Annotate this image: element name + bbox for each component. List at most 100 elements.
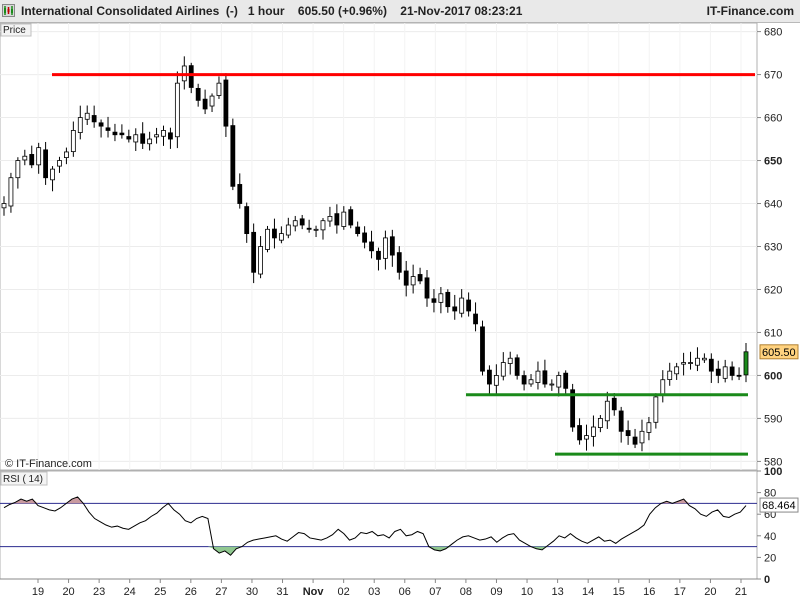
time-tick-label: 06 [399, 586, 411, 598]
price-tick-label: 650 [764, 156, 782, 168]
candle-body [258, 246, 263, 275]
candle-body [695, 357, 700, 366]
candle [348, 206, 354, 229]
candle-body [521, 375, 527, 385]
candle-body [473, 313, 478, 325]
candle-body [715, 368, 721, 376]
candle-body [299, 218, 305, 226]
rsi-tick-label: 100 [764, 466, 782, 478]
candle-body [15, 160, 21, 179]
candle-body [466, 299, 472, 312]
candle-body [334, 213, 340, 226]
rsi-tick-label: 20 [764, 552, 776, 564]
candle-body [195, 87, 201, 101]
candle-body [112, 131, 118, 136]
time-tick-label: 16 [643, 586, 655, 598]
time-tick-label: 24 [124, 586, 136, 598]
candle-body [161, 130, 166, 137]
rsi-tick-label: 0 [764, 574, 770, 586]
candle-body [265, 228, 270, 250]
candle-body [230, 125, 236, 187]
candle-body [285, 224, 291, 236]
candle-body [736, 374, 742, 377]
candle [230, 118, 236, 191]
time-tick-label: 13 [551, 586, 563, 598]
price-tick-label: 670 [764, 70, 782, 82]
candle-body [1, 203, 7, 209]
watermark: © IT-Finance.com [5, 458, 92, 470]
candle-body [660, 379, 666, 396]
candle-body [563, 372, 569, 389]
candle-body [646, 422, 652, 433]
candle-body [154, 134, 159, 138]
candle-body [216, 82, 222, 96]
candle-body [251, 231, 257, 273]
candle-body [577, 425, 582, 441]
candle [174, 71, 180, 149]
last-price-label: 605.50 [762, 347, 796, 359]
price-tick-label: 600 [764, 370, 782, 382]
time-tick-label: 08 [460, 586, 472, 598]
candle [480, 320, 485, 376]
price-tick-label: 680 [764, 27, 782, 39]
candle-body [313, 228, 319, 231]
candle-body [188, 65, 194, 88]
candle-body [369, 241, 374, 252]
candle-body [341, 211, 347, 227]
candle-body [43, 149, 49, 179]
time-tick-label: 20 [62, 586, 74, 598]
candle-body [84, 112, 90, 120]
candle-body [632, 436, 638, 445]
price-tick-label: 610 [764, 327, 782, 339]
time-axis: 19 20 23 24 25 26 27 30 31 Nov 02 03 06 07 08 09 10 13 14 1… [0, 578, 757, 598]
candle-body [701, 357, 707, 361]
time-tick-label: 07 [429, 586, 441, 598]
candle-body [597, 418, 603, 428]
time-tick-label: 25 [154, 586, 166, 598]
candle-body [91, 115, 97, 123]
candle-body [674, 366, 680, 375]
candle-body [743, 351, 749, 376]
candle-body [556, 375, 562, 388]
price-tick-label: 640 [764, 199, 782, 211]
candle-body [77, 117, 83, 133]
time-tick-label: 26 [185, 586, 197, 598]
candle-body [29, 154, 35, 166]
time-tick-label: 19 [32, 586, 44, 598]
candle-body [57, 160, 62, 167]
candle-body [50, 168, 55, 181]
candle-body [611, 397, 617, 411]
candle-body [306, 227, 312, 230]
candle-body [639, 430, 645, 444]
candle-body [383, 237, 388, 259]
candle-body [133, 134, 139, 143]
candle-body [327, 216, 333, 222]
candle-body [389, 236, 395, 256]
time-tick-label: Nov [303, 586, 325, 598]
candle-body [70, 130, 76, 153]
price-tick-label: 590 [764, 413, 782, 425]
time-tick-label: 15 [613, 586, 625, 598]
candle [570, 383, 576, 432]
time-tick-label: 02 [338, 586, 350, 598]
candle-body [376, 250, 381, 260]
candle-body [459, 297, 465, 314]
candle-body [362, 232, 367, 243]
candle-body [126, 136, 132, 140]
candle-body [591, 426, 596, 437]
candle-body [237, 184, 243, 204]
candle-body [618, 410, 624, 432]
time-tick-label: 21 [735, 586, 747, 598]
candle-body [292, 220, 298, 227]
candle-body [105, 127, 111, 131]
time-tick-label: 31 [276, 586, 288, 598]
price-tick-label: 660 [764, 113, 782, 125]
time-tick-label: 17 [674, 586, 686, 598]
time-tick-label: 09 [490, 586, 502, 598]
candle-body [431, 298, 437, 303]
candle [514, 354, 520, 380]
candle-body [653, 396, 659, 423]
chart-canvas: 580590600610620630640650660670680605.50 … [0, 22, 799, 598]
rsi-tick-label: 40 [764, 531, 776, 543]
candle-body [542, 370, 548, 385]
